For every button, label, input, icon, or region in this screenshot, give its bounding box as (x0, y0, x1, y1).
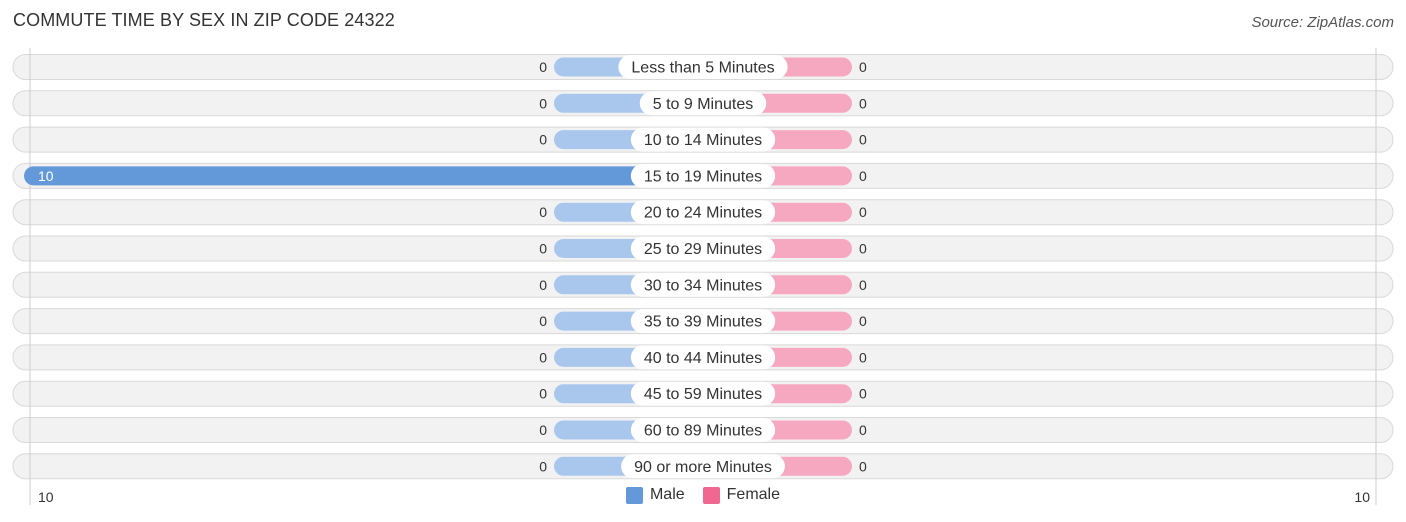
category-label: 35 to 39 Minutes (644, 314, 762, 331)
value-label-male: 0 (539, 386, 547, 402)
value-label-female: 0 (859, 59, 867, 75)
category-label: 5 to 9 Minutes (653, 96, 754, 113)
value-label-female: 0 (859, 95, 867, 111)
category-label: 10 to 14 Minutes (644, 132, 762, 149)
legend-swatch-male (625, 486, 643, 504)
legend-label-female: Female (726, 486, 781, 503)
value-label-male: 0 (539, 95, 547, 111)
value-label-male: 0 (539, 59, 547, 75)
value-label-male: 0 (539, 349, 547, 365)
value-label-female: 0 (859, 277, 867, 293)
legend-item-male[interactable]: Male (625, 486, 685, 504)
legend-label-male: Male (649, 486, 685, 503)
legend: Male Female (0, 486, 1406, 504)
category-label: 25 to 29 Minutes (644, 241, 762, 258)
value-label-female: 0 (859, 458, 867, 474)
value-label-female: 0 (859, 349, 867, 365)
value-label-female: 0 (859, 422, 867, 438)
value-label-female: 0 (859, 241, 867, 257)
value-label-male: 0 (539, 458, 547, 474)
category-label: 40 to 44 Minutes (644, 350, 762, 367)
value-label-female: 0 (859, 313, 867, 329)
value-label-male: 0 (539, 422, 547, 438)
chart: Less than 5 Minutes 0 0 5 to 9 Minutes 0 0 10 … (12, 48, 1394, 505)
value-label-female: 0 (859, 386, 867, 402)
category-label: Less than 5 Minutes (631, 60, 774, 77)
value-label-male: 0 (539, 241, 547, 257)
bar-male (24, 166, 703, 186)
category-label: 30 to 34 Minutes (644, 277, 762, 294)
value-label-female: 0 (859, 132, 867, 148)
value-label-male: 0 (539, 277, 547, 293)
category-label: 45 to 59 Minutes (644, 386, 762, 403)
value-label-male: 0 (539, 132, 547, 148)
value-label-male: 10 (38, 168, 54, 184)
category-label: 20 to 24 Minutes (644, 205, 762, 222)
category-label: 60 to 89 Minutes (644, 423, 762, 440)
legend-item-female[interactable]: Female (702, 486, 781, 504)
category-label: 15 to 19 Minutes (644, 168, 762, 185)
value-label-male: 0 (539, 204, 547, 220)
value-label-male: 0 (539, 313, 547, 329)
legend-swatch-female (702, 486, 720, 504)
category-label: 90 or more Minutes (634, 459, 772, 476)
value-label-female: 0 (859, 204, 867, 220)
value-label-female: 0 (859, 168, 867, 184)
